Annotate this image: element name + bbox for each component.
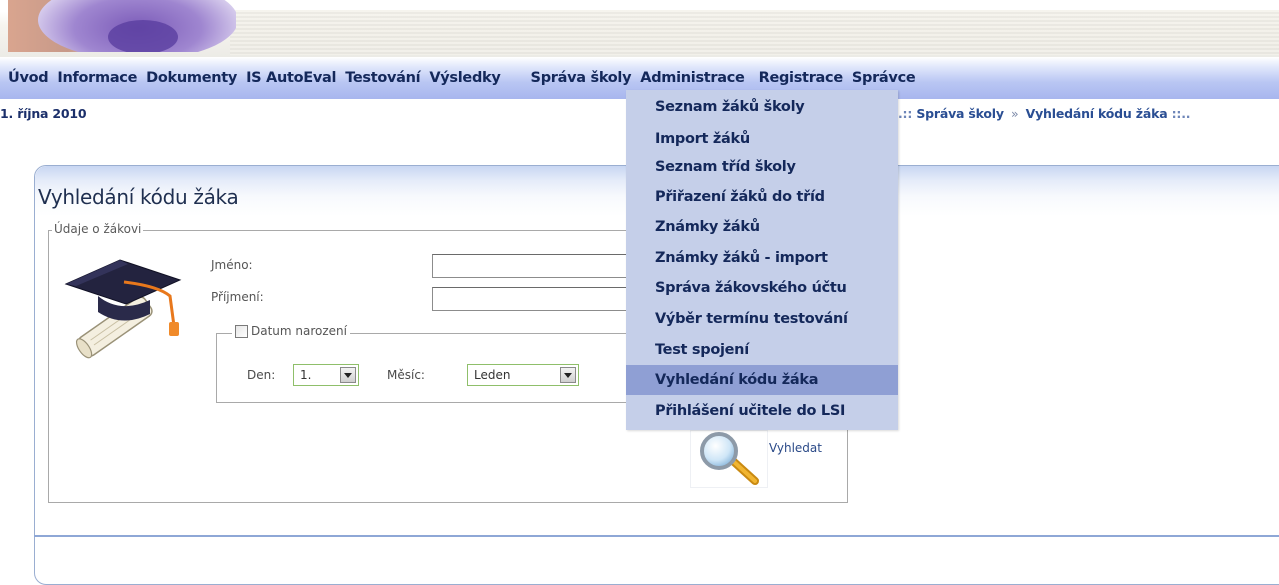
breadcrumb-section[interactable]: Správa školy — [916, 106, 1004, 121]
first-name-input[interactable] — [432, 254, 632, 278]
birthdate-checkbox[interactable] — [235, 324, 248, 338]
nav-item-registrace[interactable]: Registrace — [759, 70, 844, 86]
banner-image — [8, 0, 236, 52]
search-button[interactable] — [690, 430, 768, 488]
breadcrumb: .:: Správa školy » Vyhledání kódu žáka :… — [898, 106, 1190, 121]
day-label: Den: — [247, 368, 276, 382]
nav-item-uvod[interactable]: Úvod — [8, 70, 49, 86]
menu-item-prirazeni-zaku-do-trid[interactable]: Přiřazení žáků do tříd — [626, 182, 898, 212]
breadcrumb-current: Vyhledání kódu žáka — [1025, 106, 1168, 121]
chevron-down-icon[interactable] — [560, 367, 576, 383]
breadcrumb-separator: » — [1011, 106, 1019, 121]
menu-item-import-zaku[interactable]: Import žáků — [626, 124, 898, 154]
nav-item-administrace[interactable]: Administrace — [640, 70, 745, 86]
last-name-label: Příjmení: — [211, 290, 264, 304]
nav-item-sprava-skoly[interactable]: Správa školy — [531, 70, 632, 86]
menu-item-vyber-terminu-testovani[interactable]: Výběr termínu testování — [626, 304, 898, 334]
graduation-cap-icon — [64, 259, 182, 359]
menu-item-seznam-trid-skoly[interactable]: Seznam tříd školy — [626, 152, 898, 182]
chevron-down-icon[interactable] — [340, 367, 356, 383]
last-name-input[interactable] — [432, 287, 632, 311]
nav-item-vysledky[interactable]: Výsledky — [429, 70, 500, 86]
search-link[interactable]: Vyhledat — [769, 441, 822, 455]
birthdate-legend: Datum narození — [232, 324, 350, 338]
birthdate-legend-label: Datum narození — [251, 324, 347, 338]
nav-item-informace[interactable]: Informace — [57, 70, 137, 86]
breadcrumb-suffix: ::.. — [1171, 106, 1191, 121]
day-select[interactable]: 1. — [293, 364, 359, 386]
student-info-legend: Údaje o žákovi — [52, 222, 144, 236]
menu-item-znamky-zaku[interactable]: Známky žáků — [626, 212, 898, 242]
menu-item-test-spojeni[interactable]: Test spojení — [626, 335, 898, 365]
first-name-label: Jméno: — [211, 258, 253, 272]
month-select[interactable]: Leden — [467, 364, 579, 386]
month-select-value: Leden — [474, 368, 511, 382]
banner-stripes — [230, 10, 1279, 55]
menu-item-prihlaseni-ucitele-do-lsi[interactable]: Přihlášení učitele do LSI — [626, 396, 898, 426]
panel-divider — [34, 535, 1279, 537]
nav-item-dokumenty[interactable]: Dokumenty — [146, 70, 237, 86]
sprava-skoly-dropdown: Seznam žáků školy Import žáků Seznam tří… — [626, 90, 898, 430]
page-title: Vyhledání kódu žáka — [38, 185, 239, 209]
nav-item-spravce[interactable]: Správce — [852, 70, 916, 86]
menu-item-vyhledani-kodu-zaka[interactable]: Vyhledání kódu žáka — [626, 365, 898, 395]
nav-item-is-autoeval[interactable]: IS AutoEval — [246, 70, 336, 86]
menu-item-sprava-zakovskeho-uctu[interactable]: Správa žákovského účtu — [626, 273, 898, 303]
day-select-value: 1. — [300, 368, 312, 382]
nav-item-testovani[interactable]: Testování — [345, 70, 420, 86]
header-banner — [0, 0, 1279, 57]
current-date: 1. října 2010 — [0, 106, 87, 121]
menu-item-znamky-zaku-import[interactable]: Známky žáků - import — [626, 243, 898, 273]
menu-item-seznam-zaku-skoly[interactable]: Seznam žáků školy — [626, 92, 898, 122]
month-label: Měsíc: — [387, 368, 425, 382]
nav-items: Úvod Informace Dokumenty IS AutoEval Tes… — [8, 70, 924, 86]
magnifier-icon — [700, 432, 759, 485]
breadcrumb-prefix: .:: — [898, 106, 913, 121]
